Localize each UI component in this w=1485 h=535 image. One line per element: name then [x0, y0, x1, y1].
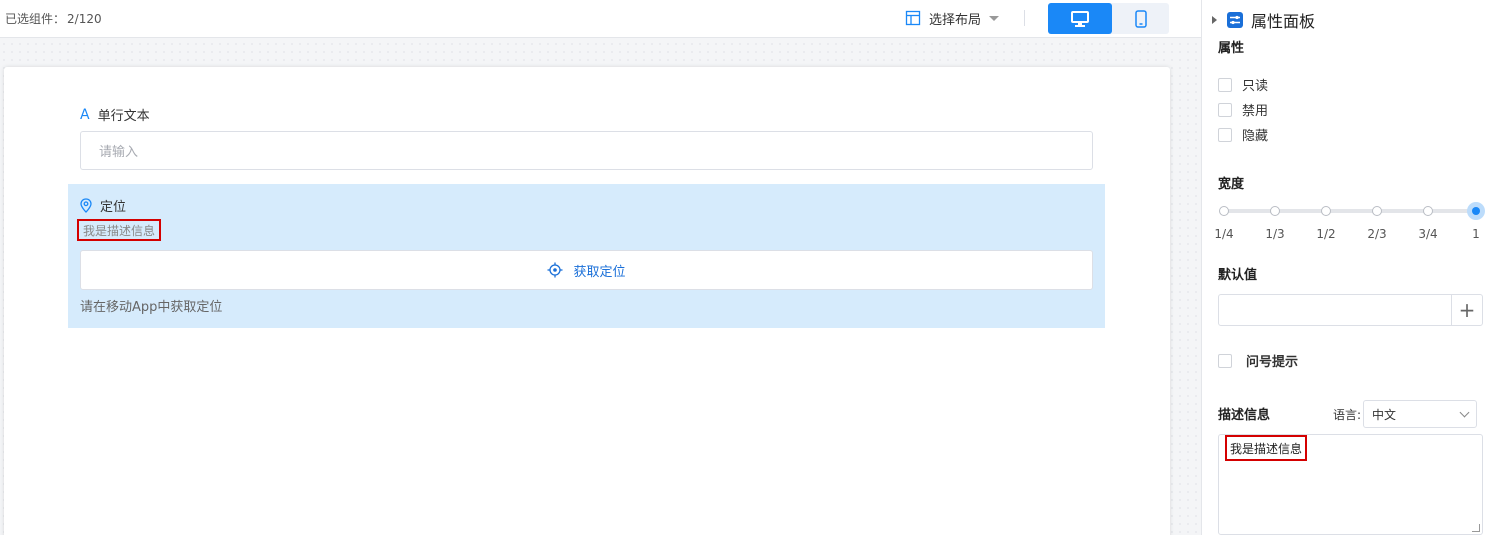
description-textarea[interactable]: 我是描述信息 [1218, 434, 1483, 535]
width-slider[interactable]: 1/4 1/3 1/2 2/3 3/4 1 [1214, 202, 1485, 251]
hidden-label: 隐藏 [1242, 129, 1269, 144]
readonly-checkbox[interactable] [1218, 77, 1232, 92]
monitor-icon [1071, 10, 1089, 27]
layout-icon [905, 10, 921, 26]
crosshair-icon [547, 262, 563, 278]
location-field-label-text: 定位 [100, 200, 127, 215]
slider-tick-label: 1 [1472, 227, 1480, 241]
letter-a-icon: A [80, 106, 90, 123]
tooltip-label: 问号提示 [1246, 355, 1299, 370]
slider-stop[interactable] [1270, 206, 1280, 216]
disabled-checkbox[interactable] [1218, 102, 1232, 117]
get-location-button[interactable]: 获取定位 [80, 250, 1093, 290]
map-pin-icon [80, 198, 92, 213]
selected-components-count: 已选组件： 2/120 [5, 10, 102, 27]
disabled-label: 禁用 [1242, 104, 1269, 119]
desktop-view-button[interactable] [1048, 3, 1112, 34]
width-title: 宽度 [1218, 177, 1245, 192]
text-field-label: A 单行文本 [80, 105, 150, 125]
selected-label: 已选组件： [5, 12, 66, 26]
hidden-option[interactable]: 隐藏 [1218, 125, 1268, 144]
plus-icon: + [1458, 298, 1476, 322]
language-row: 语言: 中文 [1333, 400, 1478, 428]
slider-track[interactable] [1224, 209, 1476, 213]
device-toggle [1048, 3, 1169, 34]
default-value-input[interactable]: + [1218, 294, 1483, 326]
language-select-value: 中文 [1372, 407, 1397, 422]
sliders-icon [1227, 12, 1243, 28]
chevron-down-icon [1459, 407, 1470, 417]
slider-tick-label: 1/4 [1214, 227, 1234, 241]
form-preview-card: A 单行文本 请输入 定位 我是描述信息 获取定位 请在移动App中获取定位 [4, 67, 1170, 535]
toolbar-divider [1024, 10, 1025, 26]
description-title: 描述信息 [1218, 408, 1271, 423]
panel-header[interactable]: 属性面板 [1212, 8, 1315, 32]
hidden-checkbox[interactable] [1218, 127, 1232, 142]
tooltip-checkbox[interactable] [1218, 353, 1232, 368]
resize-handle-icon[interactable] [1472, 524, 1480, 532]
single-line-text-input[interactable]: 请输入 [80, 131, 1093, 170]
add-default-value-button[interactable]: + [1451, 295, 1482, 325]
slider-tick-label: 1/2 [1316, 227, 1336, 241]
slider-handle[interactable] [1467, 202, 1485, 220]
disabled-option[interactable]: 禁用 [1218, 100, 1268, 119]
location-hint: 请在移动App中获取定位 [80, 300, 223, 315]
layout-select-label: 选择布局 [929, 12, 982, 28]
location-field-label: 定位 [80, 196, 126, 215]
layout-select[interactable]: 选择布局 [905, 8, 1000, 28]
slider-tick-label: 3/4 [1418, 227, 1438, 241]
design-canvas: 已选组件： 2/120 选择布局 A 单行文本 请输入 定位 我是描述信息 获取… [0, 0, 1201, 535]
location-description: 我是描述信息 [77, 219, 162, 241]
tooltip-option[interactable]: 问号提示 [1218, 351, 1298, 370]
collapse-triangle-icon [1212, 16, 1217, 24]
readonly-option[interactable]: 只读 [1218, 75, 1268, 94]
mobile-phone-icon [1134, 9, 1147, 28]
slider-stop[interactable] [1321, 206, 1331, 216]
properties-panel: 属性面板 属性 只读 禁用 隐藏 宽度 1/4 1/3 1/2 2/3 3/4 … [1201, 0, 1485, 535]
slider-stop[interactable] [1423, 206, 1433, 216]
selected-count-value: 2/120 [67, 12, 102, 26]
canvas-toolbar: 已选组件： 2/120 选择布局 [0, 0, 1201, 38]
description-text: 我是描述信息 [1225, 435, 1308, 461]
mobile-view-button[interactable] [1112, 3, 1169, 34]
slider-stop[interactable] [1372, 206, 1382, 216]
readonly-label: 只读 [1242, 79, 1269, 94]
default-value-title: 默认值 [1218, 268, 1258, 283]
caret-down-icon [989, 15, 1000, 21]
location-field-block[interactable]: 定位 我是描述信息 获取定位 请在移动App中获取定位 [68, 184, 1105, 328]
text-field-label-text: 单行文本 [97, 109, 150, 124]
panel-title: 属性面板 [1251, 12, 1316, 31]
slider-tick-label: 1/3 [1265, 227, 1285, 241]
slider-tick-label: 2/3 [1367, 227, 1387, 241]
language-label: 语言: [1333, 407, 1362, 422]
attributes-title: 属性 [1218, 41, 1245, 56]
text-input-placeholder: 请输入 [99, 145, 139, 160]
language-select[interactable]: 中文 [1363, 400, 1478, 428]
get-location-button-label: 获取定位 [573, 264, 626, 280]
slider-stop[interactable] [1219, 206, 1229, 216]
